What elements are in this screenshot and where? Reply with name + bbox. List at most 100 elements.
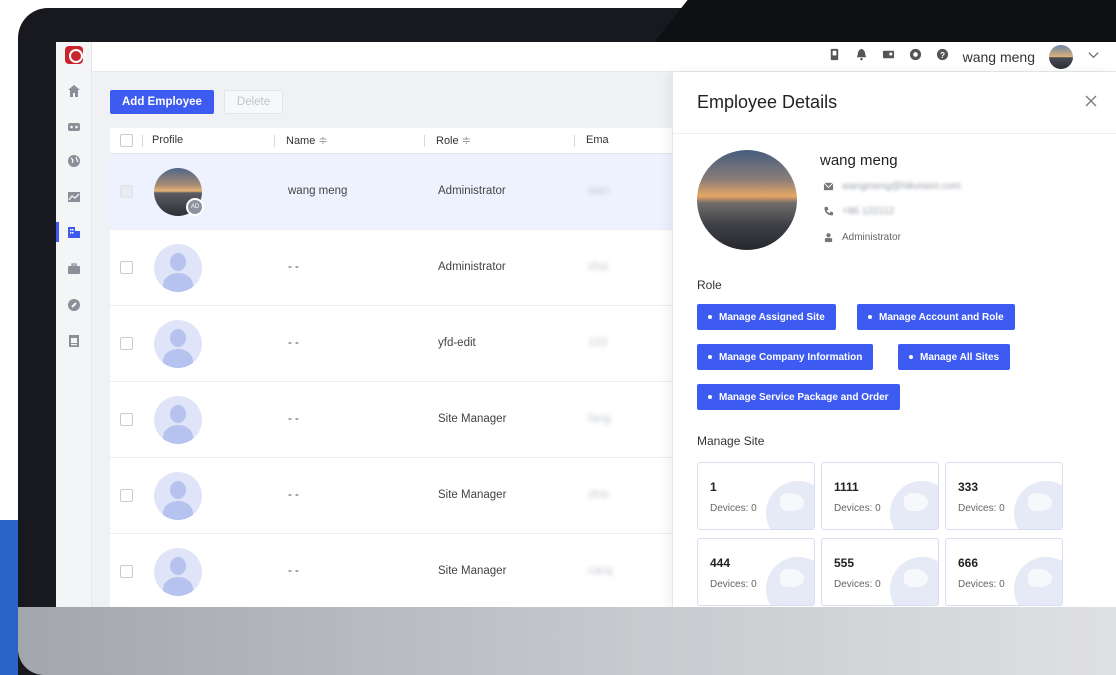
column-divider [142, 135, 143, 147]
employee-list-area: Add Employee Delete Profile Name ≑ Role … [92, 72, 672, 607]
column-role[interactable]: Role ≑ [436, 134, 471, 147]
sort-icon[interactable]: ≑ [318, 135, 327, 147]
site-card[interactable]: 333 Devices: 0 [945, 462, 1063, 530]
employee-role: Site Manager [438, 489, 507, 501]
column-profile: Profile [152, 134, 184, 146]
employee-photo [697, 150, 797, 250]
employee-name: - - [288, 413, 299, 425]
permission-chip: Manage All Sites [898, 344, 1011, 370]
site-card[interactable]: 666 Devices: 0 [945, 538, 1063, 606]
email-row: wangmeng@hikvision.com [823, 181, 961, 192]
site-devices: Devices: 0 [834, 503, 881, 514]
mail-icon [823, 182, 834, 191]
app-screen: ? wang meng Add Employee Delete Profile … [56, 42, 1116, 607]
column-divider [574, 135, 575, 147]
table-row[interactable]: - - Administrator zhsi [110, 230, 672, 306]
employee-role: Administrator [438, 261, 506, 273]
phone-icon [824, 206, 834, 216]
employee-email: wangmeng@hikvision.com [842, 181, 962, 192]
phone-row: +86 122112 [823, 206, 894, 217]
top-toolbar: ? wang meng [828, 45, 1100, 69]
table-row[interactable]: - - Site Manager zhsi [110, 458, 672, 534]
site-devices: Devices: 0 [710, 503, 757, 514]
employee-email: cacq [588, 565, 613, 577]
top-bar: ? wang meng [92, 42, 1116, 72]
permission-chip: Manage Account and Role [857, 304, 1015, 330]
nav-rail [56, 42, 92, 607]
avatar [154, 396, 202, 444]
select-all-checkbox[interactable] [120, 134, 133, 147]
permission-chip: Manage Assigned Site [697, 304, 836, 330]
site-name: 666 [958, 556, 979, 570]
globe-icon [1014, 557, 1062, 605]
svg-text:?: ? [940, 50, 945, 60]
site-name: 1111 [834, 480, 859, 494]
user-name[interactable]: wang meng [963, 49, 1035, 65]
device-bottom-bar [18, 607, 1116, 675]
site-card[interactable]: 1 Devices: 0 [697, 462, 815, 530]
organization-icon[interactable] [56, 221, 92, 243]
avatar [154, 320, 202, 368]
column-name[interactable]: Name ≑ [286, 134, 328, 147]
globe-icon [1014, 481, 1062, 529]
avatar [154, 548, 202, 596]
card-icon[interactable] [882, 48, 895, 66]
table-row[interactable]: - - yfd-edit 103 [110, 306, 672, 382]
home-icon[interactable] [56, 80, 92, 102]
delete-button[interactable]: Delete [223, 90, 284, 114]
site-card[interactable]: 555 Devices: 0 [821, 538, 939, 606]
devices-icon[interactable] [56, 116, 92, 138]
permission-chip: Manage Company Information [697, 344, 874, 370]
role-heading: Role [697, 278, 722, 292]
tools-icon[interactable] [56, 294, 92, 316]
site-name: 1 [710, 480, 717, 494]
row-checkbox[interactable] [120, 261, 133, 274]
table-header: Profile Name ≑ Role ≑ Ema [110, 128, 672, 154]
settings-icon[interactable] [909, 48, 922, 66]
row-checkbox[interactable] [120, 565, 133, 578]
device-icon[interactable] [828, 48, 841, 66]
globe-icon [890, 481, 938, 529]
employee-phone: +86 122112 [842, 206, 895, 217]
row-checkbox[interactable] [120, 413, 133, 426]
site-card[interactable]: 1111 Devices: 0 [821, 462, 939, 530]
site-devices: Devices: 0 [834, 579, 881, 590]
bell-icon[interactable] [855, 48, 868, 66]
site-card[interactable]: 444 Devices: 0 [697, 538, 815, 606]
statistics-icon[interactable] [56, 186, 92, 208]
table-row[interactable]: - - Site Manager fang [110, 382, 672, 458]
row-checkbox[interactable] [120, 185, 133, 198]
user-group-icon [824, 233, 833, 243]
close-icon[interactable] [1084, 94, 1098, 108]
employee-name: - - [288, 337, 299, 349]
avatar [154, 472, 202, 520]
site-name: 444 [710, 556, 731, 570]
row-checkbox[interactable] [120, 337, 133, 350]
table-row[interactable]: AD wang meng Administrator wan [110, 154, 672, 230]
employee-name: wang meng [820, 152, 898, 169]
employee-email: zhsi [588, 261, 609, 273]
row-checkbox[interactable] [120, 489, 133, 502]
globe-icon[interactable] [56, 150, 92, 172]
help-icon[interactable]: ? [936, 48, 949, 66]
column-divider [274, 135, 275, 147]
employee-name: - - [288, 261, 299, 273]
add-employee-button[interactable]: Add Employee [110, 90, 214, 114]
globe-icon [766, 481, 814, 529]
column-divider [424, 135, 425, 147]
table-row[interactable]: - - Site Manager cacq [110, 534, 672, 607]
briefcase-icon[interactable] [56, 258, 92, 280]
sort-icon[interactable]: ≑ [462, 135, 471, 147]
avatar [154, 244, 202, 292]
app-logo[interactable] [65, 46, 83, 64]
chevron-down-icon[interactable] [1087, 48, 1100, 66]
globe-icon [890, 557, 938, 605]
employee-email: 103 [588, 337, 608, 349]
employee-role: Administrator [842, 232, 901, 243]
employee-name: wang meng [288, 185, 348, 197]
reports-icon[interactable] [56, 330, 92, 352]
employee-details-panel: Employee Details wang meng wangmeng@hikv… [672, 72, 1116, 607]
manage-site-heading: Manage Site [697, 434, 765, 448]
user-avatar[interactable] [1049, 45, 1073, 69]
site-devices: Devices: 0 [958, 579, 1005, 590]
